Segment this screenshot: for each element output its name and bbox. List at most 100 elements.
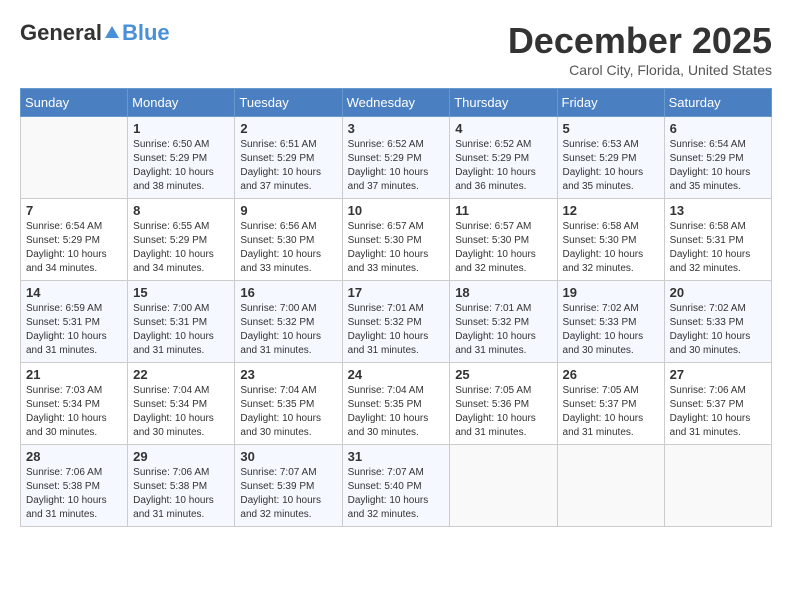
day-info: Sunrise: 7:07 AM Sunset: 5:40 PM Dayligh…	[348, 466, 445, 522]
day-info: Sunrise: 7:00 AM Sunset: 5:32 PM Dayligh…	[240, 302, 336, 358]
calendar-cell: 8 Sunrise: 6:55 AM Sunset: 5:29 PM Daylig…	[128, 199, 235, 281]
day-info: Sunrise: 6:52 AM Sunset: 5:29 PM Dayligh…	[455, 138, 551, 194]
day-number: 28	[26, 449, 122, 464]
calendar-cell: 9 Sunrise: 6:56 AM Sunset: 5:30 PM Daylig…	[235, 199, 342, 281]
weekday-header: Saturday	[664, 89, 771, 117]
calendar-table: SundayMondayTuesdayWednesdayThursdayFrid…	[20, 88, 772, 527]
day-info: Sunrise: 6:58 AM Sunset: 5:31 PM Dayligh…	[670, 220, 766, 276]
day-number: 31	[348, 449, 445, 464]
calendar-cell: 7 Sunrise: 6:54 AM Sunset: 5:29 PM Daylig…	[21, 199, 128, 281]
page-header: General Blue December 2025 Carol City, F…	[20, 20, 772, 78]
calendar-cell: 1Sunrise: 6:50 AM Sunset: 5:29 PM Daylig…	[128, 117, 235, 199]
weekday-header: Sunday	[21, 89, 128, 117]
day-info: Sunrise: 7:03 AM Sunset: 5:34 PM Dayligh…	[26, 384, 122, 440]
calendar-cell: 16 Sunrise: 7:00 AM Sunset: 5:32 PM Dayli…	[235, 281, 342, 363]
day-number: 5	[563, 121, 659, 136]
calendar-cell: 17Sunrise: 7:01 AM Sunset: 5:32 PM Dayli…	[342, 281, 450, 363]
day-number: 8	[133, 203, 229, 218]
calendar-cell: 28 Sunrise: 7:06 AM Sunset: 5:38 PM Dayli…	[21, 445, 128, 527]
logo-general-text: General	[20, 20, 102, 46]
calendar-cell: 4 Sunrise: 6:52 AM Sunset: 5:29 PM Daylig…	[450, 117, 557, 199]
day-info: Sunrise: 7:04 AM Sunset: 5:35 PM Dayligh…	[348, 384, 445, 440]
calendar-cell	[664, 445, 771, 527]
day-number: 1	[133, 121, 229, 136]
calendar-cell: 11 Sunrise: 6:57 AM Sunset: 5:30 PM Dayli…	[450, 199, 557, 281]
calendar-cell: 18 Sunrise: 7:01 AM Sunset: 5:32 PM Dayli…	[450, 281, 557, 363]
calendar-cell: 30 Sunrise: 7:07 AM Sunset: 5:39 PM Dayli…	[235, 445, 342, 527]
calendar-week-row: 7 Sunrise: 6:54 AM Sunset: 5:29 PM Daylig…	[21, 199, 772, 281]
day-info: Sunrise: 6:56 AM Sunset: 5:30 PM Dayligh…	[240, 220, 336, 276]
calendar-cell: 24 Sunrise: 7:04 AM Sunset: 5:35 PM Dayli…	[342, 363, 450, 445]
day-info: Sunrise: 7:01 AM Sunset: 5:32 PM Dayligh…	[455, 302, 551, 358]
day-number: 11	[455, 203, 551, 218]
calendar-cell: 10Sunrise: 6:57 AM Sunset: 5:30 PM Dayli…	[342, 199, 450, 281]
day-number: 19	[563, 285, 659, 300]
day-info: Sunrise: 7:07 AM Sunset: 5:39 PM Dayligh…	[240, 466, 336, 522]
day-number: 24	[348, 367, 445, 382]
weekday-header: Monday	[128, 89, 235, 117]
day-number: 17	[348, 285, 445, 300]
calendar-cell: 31 Sunrise: 7:07 AM Sunset: 5:40 PM Dayli…	[342, 445, 450, 527]
day-number: 26	[563, 367, 659, 382]
day-info: Sunrise: 7:05 AM Sunset: 5:37 PM Dayligh…	[563, 384, 659, 440]
day-number: 7	[26, 203, 122, 218]
day-number: 21	[26, 367, 122, 382]
calendar-week-row: 14 Sunrise: 6:59 AM Sunset: 5:31 PM Dayli…	[21, 281, 772, 363]
day-info: Sunrise: 7:06 AM Sunset: 5:37 PM Dayligh…	[670, 384, 766, 440]
day-info: Sunrise: 6:55 AM Sunset: 5:29 PM Dayligh…	[133, 220, 229, 276]
calendar-cell: 20 Sunrise: 7:02 AM Sunset: 5:33 PM Dayli…	[664, 281, 771, 363]
calendar-week-row: 21 Sunrise: 7:03 AM Sunset: 5:34 PM Dayli…	[21, 363, 772, 445]
calendar-cell: 26 Sunrise: 7:05 AM Sunset: 5:37 PM Dayli…	[557, 363, 664, 445]
calendar-cell: 19Sunrise: 7:02 AM Sunset: 5:33 PM Dayli…	[557, 281, 664, 363]
day-info: Sunrise: 6:51 AM Sunset: 5:29 PM Dayligh…	[240, 138, 336, 194]
logo-blue-text: Blue	[122, 20, 170, 46]
day-info: Sunrise: 6:57 AM Sunset: 5:30 PM Dayligh…	[455, 220, 551, 276]
calendar-week-row: 1Sunrise: 6:50 AM Sunset: 5:29 PM Daylig…	[21, 117, 772, 199]
day-info: Sunrise: 6:53 AM Sunset: 5:29 PM Dayligh…	[563, 138, 659, 194]
weekday-header: Wednesday	[342, 89, 450, 117]
calendar-cell: 12 Sunrise: 6:58 AM Sunset: 5:30 PM Dayli…	[557, 199, 664, 281]
day-number: 22	[133, 367, 229, 382]
calendar-cell: 25Sunrise: 7:05 AM Sunset: 5:36 PM Dayli…	[450, 363, 557, 445]
calendar-cell: 5 Sunrise: 6:53 AM Sunset: 5:29 PM Daylig…	[557, 117, 664, 199]
day-number: 29	[133, 449, 229, 464]
day-number: 14	[26, 285, 122, 300]
day-info: Sunrise: 6:58 AM Sunset: 5:30 PM Dayligh…	[563, 220, 659, 276]
day-info: Sunrise: 7:04 AM Sunset: 5:35 PM Dayligh…	[240, 384, 336, 440]
day-number: 3	[348, 121, 445, 136]
day-number: 9	[240, 203, 336, 218]
calendar-cell: 29 Sunrise: 7:06 AM Sunset: 5:38 PM Dayli…	[128, 445, 235, 527]
calendar-cell	[557, 445, 664, 527]
day-info: Sunrise: 7:04 AM Sunset: 5:34 PM Dayligh…	[133, 384, 229, 440]
day-info: Sunrise: 7:06 AM Sunset: 5:38 PM Dayligh…	[133, 466, 229, 522]
calendar-week-row: 28 Sunrise: 7:06 AM Sunset: 5:38 PM Dayli…	[21, 445, 772, 527]
weekday-header: Thursday	[450, 89, 557, 117]
day-info: Sunrise: 6:59 AM Sunset: 5:31 PM Dayligh…	[26, 302, 122, 358]
day-number: 30	[240, 449, 336, 464]
weekday-header: Friday	[557, 89, 664, 117]
calendar-cell: 2 Sunrise: 6:51 AM Sunset: 5:29 PM Daylig…	[235, 117, 342, 199]
day-number: 20	[670, 285, 766, 300]
day-number: 16	[240, 285, 336, 300]
calendar-cell: 14 Sunrise: 6:59 AM Sunset: 5:31 PM Dayli…	[21, 281, 128, 363]
calendar-cell: 27Sunrise: 7:06 AM Sunset: 5:37 PM Dayli…	[664, 363, 771, 445]
day-number: 13	[670, 203, 766, 218]
calendar-cell: 21 Sunrise: 7:03 AM Sunset: 5:34 PM Dayli…	[21, 363, 128, 445]
day-info: Sunrise: 7:06 AM Sunset: 5:38 PM Dayligh…	[26, 466, 122, 522]
day-number: 2	[240, 121, 336, 136]
day-number: 10	[348, 203, 445, 218]
calendar-header-row: SundayMondayTuesdayWednesdayThursdayFrid…	[21, 89, 772, 117]
logo: General Blue	[20, 20, 170, 46]
day-number: 25	[455, 367, 551, 382]
calendar-cell: 22 Sunrise: 7:04 AM Sunset: 5:34 PM Dayli…	[128, 363, 235, 445]
day-info: Sunrise: 7:00 AM Sunset: 5:31 PM Dayligh…	[133, 302, 229, 358]
day-number: 23	[240, 367, 336, 382]
calendar-cell: 6Sunrise: 6:54 AM Sunset: 5:29 PM Daylig…	[664, 117, 771, 199]
day-number: 4	[455, 121, 551, 136]
day-info: Sunrise: 7:02 AM Sunset: 5:33 PM Dayligh…	[670, 302, 766, 358]
weekday-header: Tuesday	[235, 89, 342, 117]
day-info: Sunrise: 6:54 AM Sunset: 5:29 PM Dayligh…	[26, 220, 122, 276]
day-number: 12	[563, 203, 659, 218]
calendar-cell	[21, 117, 128, 199]
day-number: 18	[455, 285, 551, 300]
